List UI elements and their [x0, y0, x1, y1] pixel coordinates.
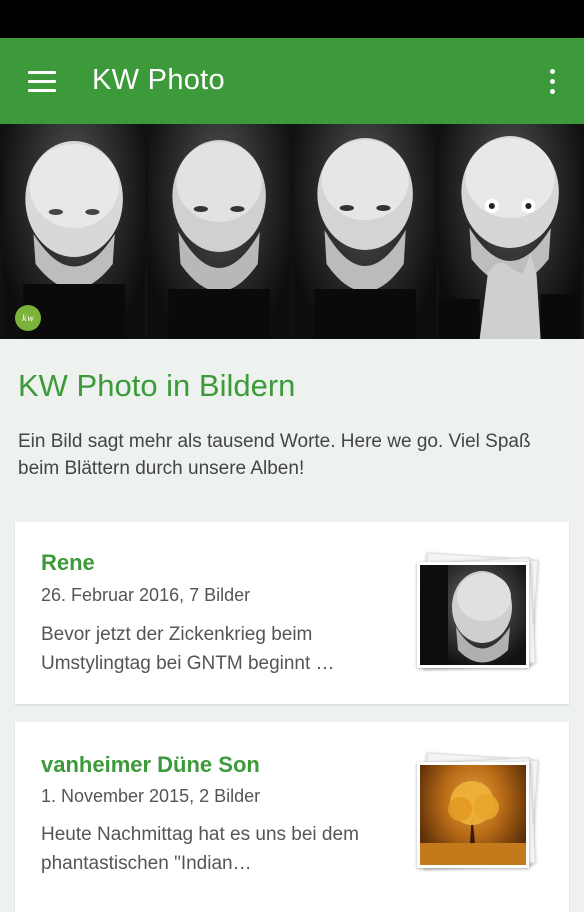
album-thumbnail [413, 750, 541, 874]
album-thumbnail [413, 550, 541, 674]
status-bar [0, 0, 584, 38]
album-card[interactable]: vanheimer Düne Son 1. November 2015, 2 B… [15, 722, 569, 912]
hero-banner: kw [0, 124, 584, 339]
album-meta: 26. Februar 2016, 7 Bilder [41, 585, 251, 605]
intro-text: Ein Bild sagt mehr als tausend Worte. He… [18, 431, 531, 479]
app-title: KW Photo [92, 64, 225, 96]
app-bar: KW Photo [0, 38, 584, 124]
album-description: Heute Nachmittag hat es uns bei dem phan… [41, 824, 359, 874]
hero-portrait-1: kw [3, 124, 146, 339]
more-vert-icon[interactable] [538, 66, 566, 98]
album-title: Rene [41, 550, 95, 575]
hamburger-menu-icon[interactable] [22, 68, 62, 96]
hero-portrait-2 [148, 124, 291, 339]
album-description: Bevor jetzt der Zickenkrieg beim Umstyli… [41, 624, 335, 674]
intro-title: KW Photo in Bildern [18, 368, 296, 403]
album-meta: 1. November 2015, 2 Bilder [41, 786, 261, 806]
hero-portrait-4 [438, 124, 581, 339]
hero-portrait-3 [293, 124, 436, 339]
album-title: vanheimer Düne Son [41, 752, 260, 777]
album-card[interactable]: Rene 26. Februar 2016, 7 Bilder Bevor je… [15, 522, 569, 704]
kw-logo-icon: kw [15, 305, 41, 331]
